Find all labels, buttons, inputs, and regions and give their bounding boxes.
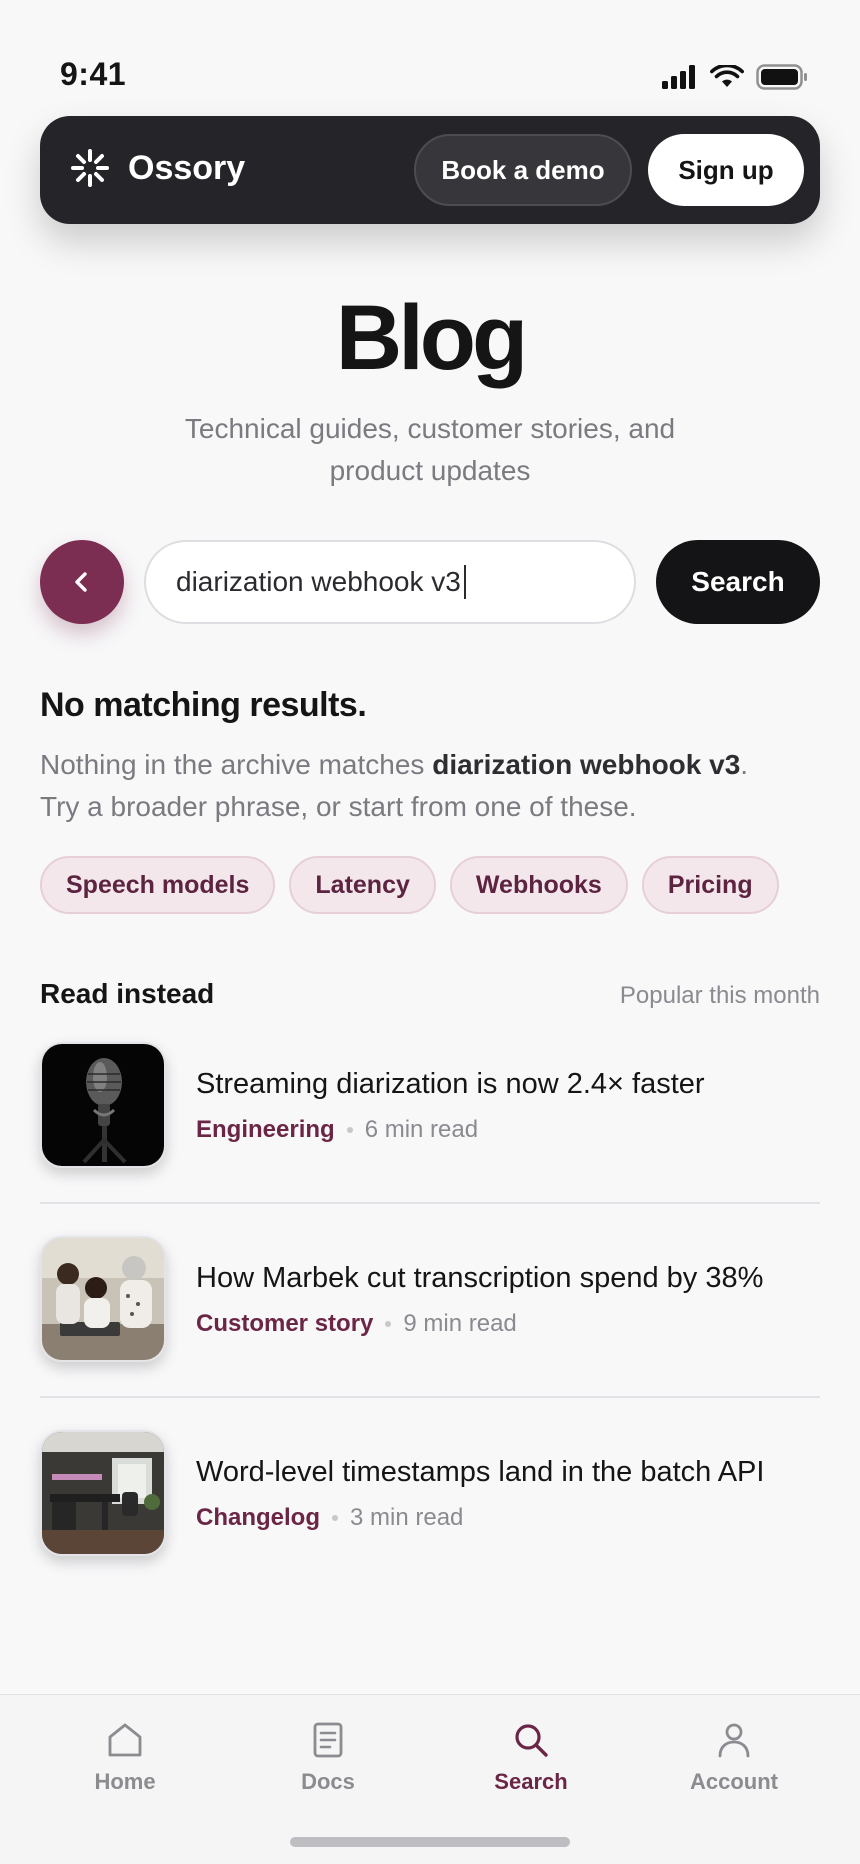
article-read-time: 6 min read <box>364 1116 479 1143</box>
article-category: Engineering <box>196 1116 335 1143</box>
tab-docs[interactable]: Docs <box>258 1721 398 1795</box>
article-meta: Changelog 3 min read <box>196 1504 463 1532</box>
wifi-icon <box>710 65 744 87</box>
divider <box>40 1396 820 1398</box>
meta-separator <box>346 1127 353 1133</box>
topic-chips: Speech models Latency Webhooks Pricing <box>40 856 779 914</box>
article-read-time: 9 min read <box>403 1310 517 1337</box>
chip-pricing[interactable]: Pricing <box>641 856 779 914</box>
text-caret <box>463 565 466 599</box>
ossory-logo-icon <box>71 149 109 187</box>
page-title: Blog <box>335 287 528 389</box>
chip-webhooks[interactable]: Webhooks <box>449 856 628 914</box>
search-button[interactable]: Search <box>656 540 820 624</box>
battery-icon <box>756 64 807 90</box>
article-item[interactable]: Word-level timestamps land in the batch … <box>40 1430 820 1624</box>
section-meta: Popular this month <box>619 982 820 1009</box>
home-icon <box>108 1723 142 1757</box>
tab-home-label: Home <box>94 1769 156 1794</box>
empty-state-title: No matching results. <box>40 686 367 724</box>
top-nav: Ossory Book a demo Sign up <box>40 116 820 224</box>
home-indicator <box>290 1837 570 1847</box>
tab-search[interactable]: Search <box>461 1721 601 1795</box>
brand[interactable]: Ossory <box>70 148 245 188</box>
tab-search-label: Search <box>494 1769 568 1794</box>
microphone-thumbnail <box>40 1042 166 1168</box>
status-time: 9:41 <box>60 56 127 92</box>
docs-icon <box>313 1722 343 1758</box>
account-icon <box>718 1723 750 1758</box>
article-meta: Engineering 6 min read <box>196 1116 478 1144</box>
tab-account-label: Account <box>690 1769 778 1794</box>
office-photo-thumbnail <box>40 1430 166 1556</box>
empty-text-prefix: Nothing in the archive matches <box>40 749 433 780</box>
status-icons <box>662 64 808 90</box>
article-title: Streaming diarization is now 2.4× faster <box>196 1068 705 1100</box>
search-query-text: diarization webhook v3 <box>176 566 461 597</box>
meta-separator <box>385 1321 392 1327</box>
cellular-signal-icon <box>662 65 695 89</box>
article-title: How Marbek cut transcription spend by 38… <box>196 1262 764 1294</box>
article-category: Customer story <box>196 1310 374 1337</box>
tab-docs-label: Docs <box>301 1769 355 1794</box>
article-read-time: 3 min read <box>350 1504 464 1531</box>
empty-text-query: diarization webhook v3 <box>432 749 741 780</box>
article-meta: Customer story 9 min read <box>196 1310 517 1338</box>
article-item[interactable]: How Marbek cut transcription spend by 38… <box>40 1236 820 1430</box>
brand-name: Ossory <box>128 148 246 187</box>
tab-home[interactable]: Home <box>55 1721 195 1795</box>
article-category: Changelog <box>196 1504 320 1531</box>
article-title: Word-level timestamps land in the batch … <box>196 1456 765 1488</box>
empty-text-line2: Try a broader phrase, or start from one … <box>40 791 637 822</box>
team-photo-thumbnail <box>40 1236 166 1362</box>
search-icon <box>515 1724 548 1757</box>
book-demo-button[interactable]: Book a demo <box>414 134 632 206</box>
back-button[interactable] <box>40 540 124 624</box>
chevron-left-icon <box>75 572 87 592</box>
chip-latency[interactable]: Latency <box>289 856 436 914</box>
tab-account[interactable]: Account <box>664 1721 804 1795</box>
section-heading: Read instead <box>40 978 215 1009</box>
divider <box>40 1202 820 1204</box>
empty-state-text: Nothing in the archive matches diarizati… <box>40 744 820 828</box>
status-bar: 9:41 <box>0 0 860 110</box>
empty-text-suffix: . <box>740 749 749 780</box>
article-item[interactable]: Streaming diarization is now 2.4× faster… <box>40 1042 820 1236</box>
chip-speech-models[interactable]: Speech models <box>40 856 276 914</box>
meta-separator <box>332 1515 338 1521</box>
sign-up-button[interactable]: Sign up <box>648 134 804 206</box>
search-input[interactable]: diarization webhook v3 <box>144 540 636 624</box>
page-subtitle: Technical guides, customer stories, and … <box>184 413 676 486</box>
